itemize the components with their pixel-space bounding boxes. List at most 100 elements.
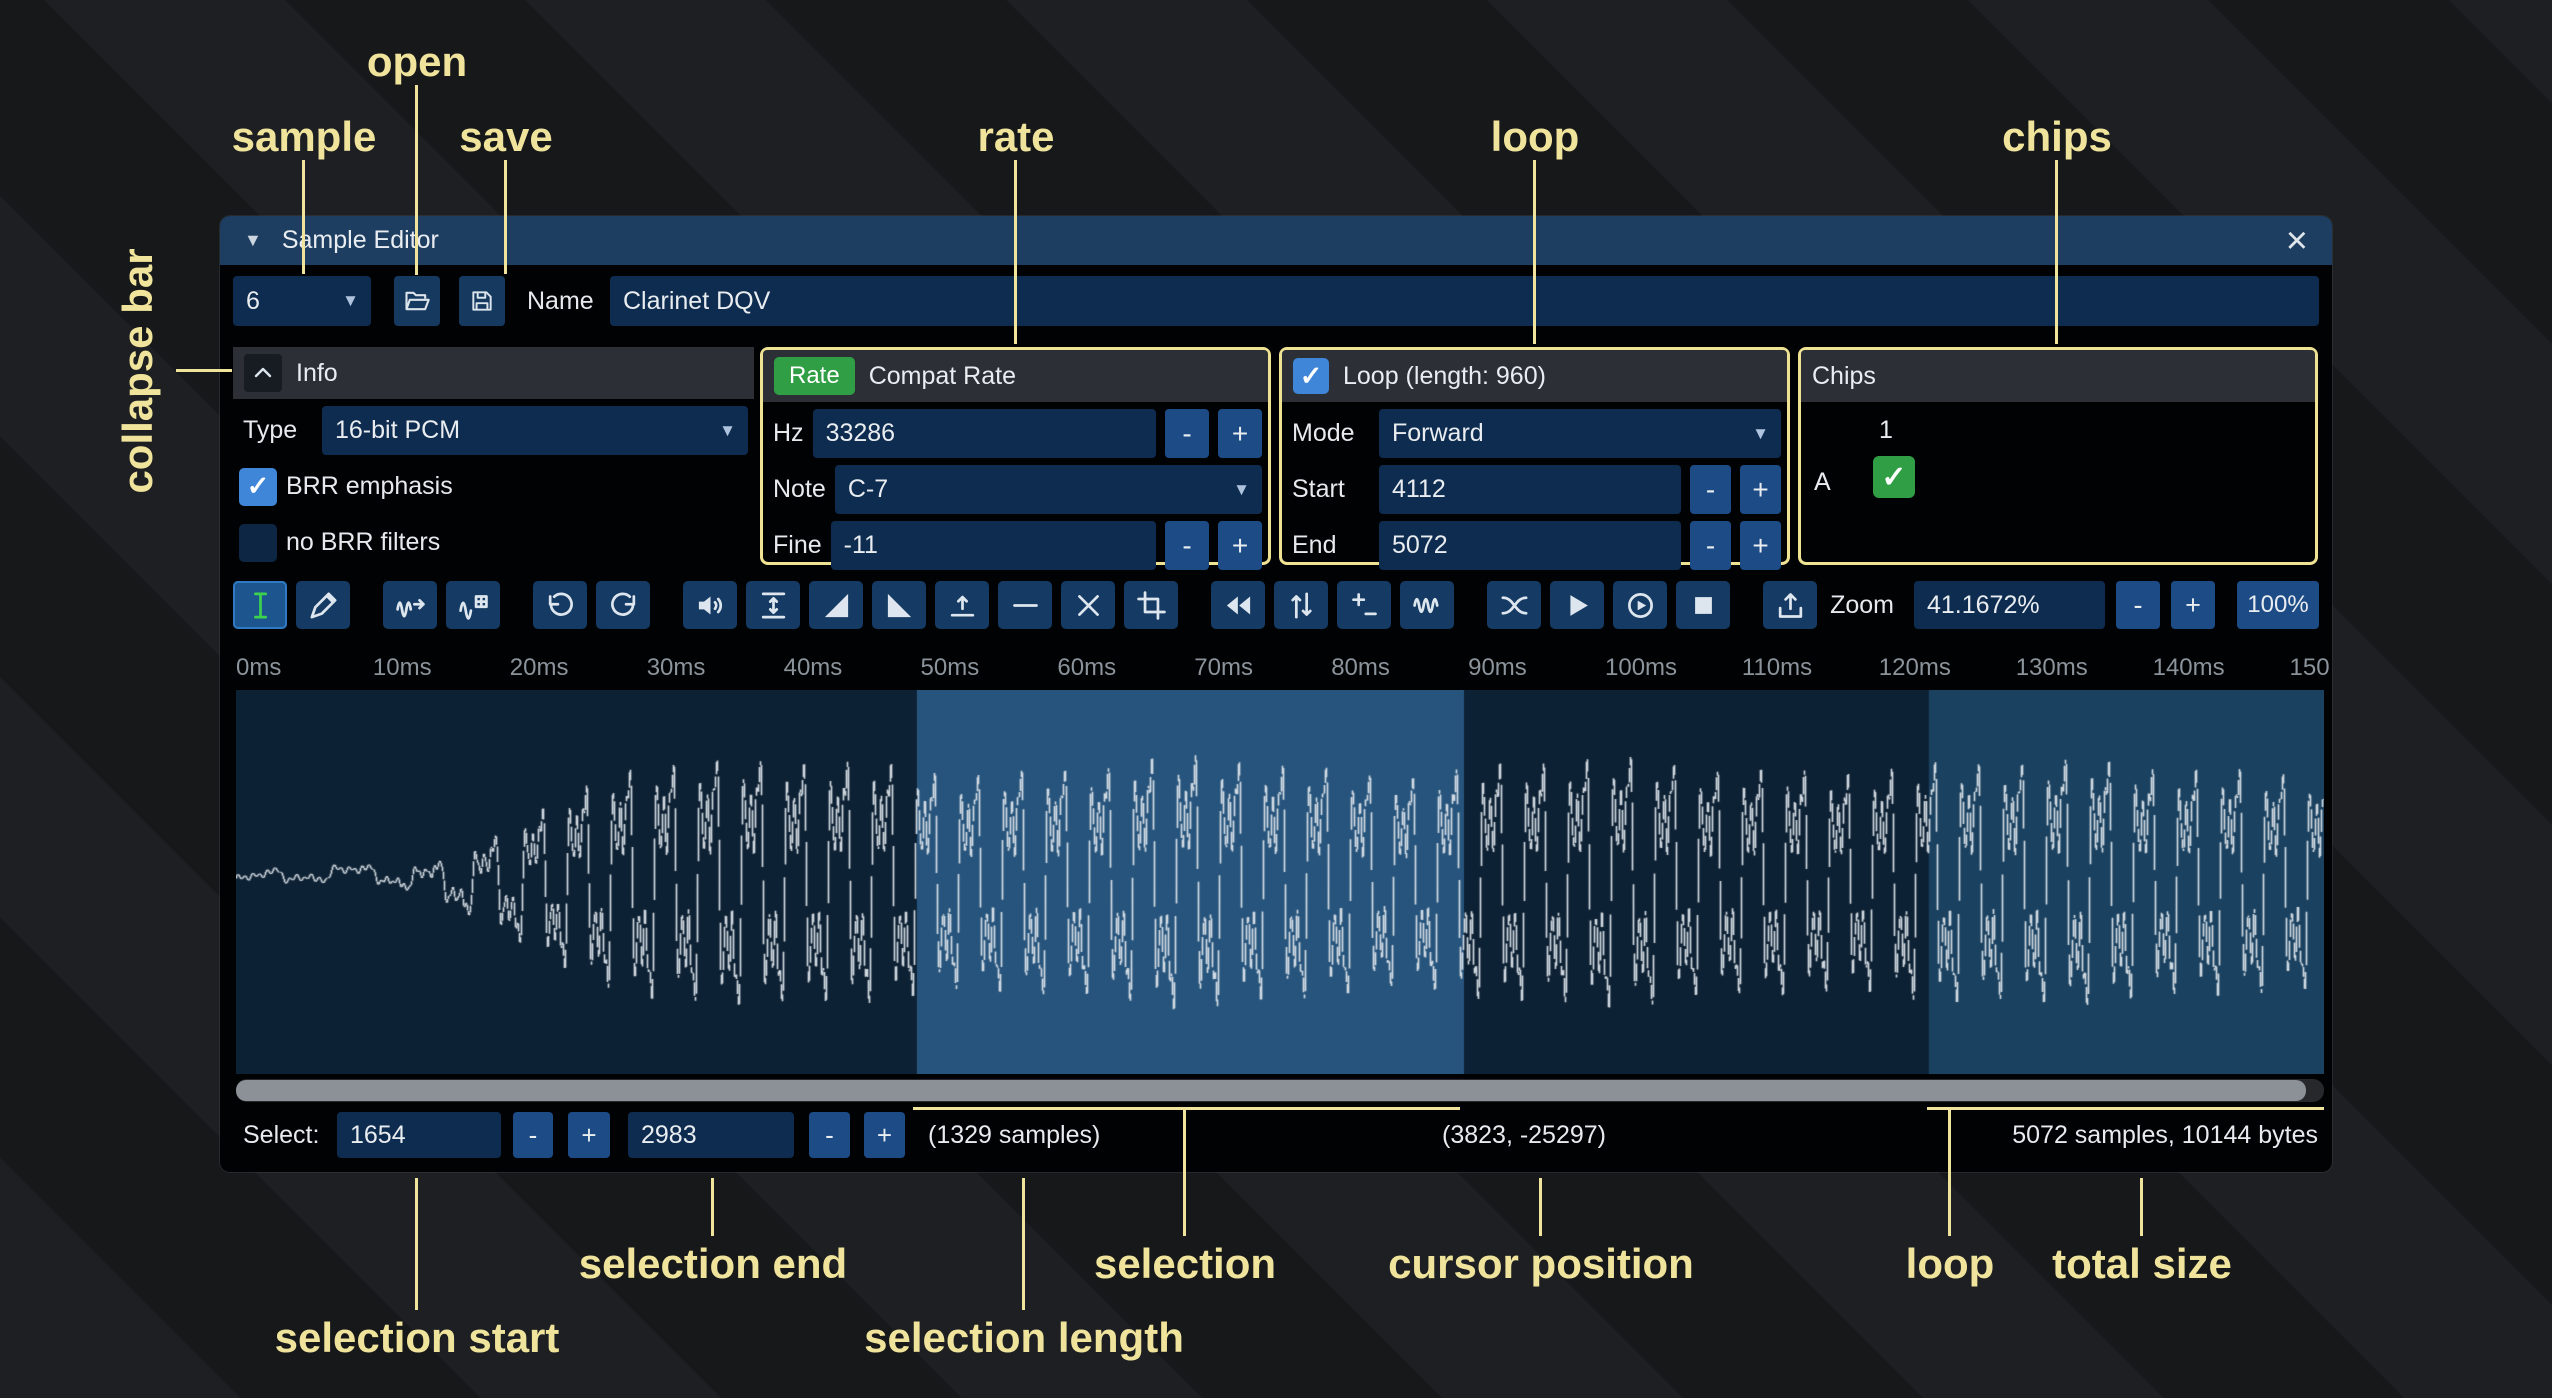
insert-silence-button[interactable] xyxy=(935,581,989,629)
fine-input[interactable]: -11 xyxy=(831,521,1156,570)
annotation-selection-start: selection start xyxy=(275,1314,560,1362)
sample-index-value: 6 xyxy=(233,287,260,316)
annotation-line-selection xyxy=(1183,1110,1186,1236)
sign-invert-button[interactable] xyxy=(1337,581,1391,629)
zoom-out-button[interactable]: - xyxy=(2116,581,2160,629)
name-label: Name xyxy=(527,276,594,326)
fade-in-icon xyxy=(821,590,852,621)
hz-decrease-button[interactable]: - xyxy=(1165,409,1209,458)
chevron-up-icon xyxy=(251,361,275,385)
selection-start-input[interactable]: 1654 xyxy=(337,1112,501,1158)
import-button[interactable] xyxy=(1763,581,1817,629)
window-collapse-icon[interactable]: ▼ xyxy=(244,230,262,251)
loop-start-decrease-button[interactable]: - xyxy=(1690,465,1731,514)
create-wavetable-button[interactable] xyxy=(446,581,500,629)
timeline-label: 100ms xyxy=(1605,654,1677,682)
selection-end-increase-button[interactable]: + xyxy=(864,1112,905,1158)
timeline-label: 0ms xyxy=(236,654,281,682)
annotation-collapse-bar: collapse bar xyxy=(114,248,162,493)
annotation-bracket-loop xyxy=(1927,1107,2324,1110)
brr-emphasis-checkbox[interactable]: ✓ xyxy=(239,468,277,506)
amplify-button[interactable] xyxy=(683,581,737,629)
timeline-label: 90ms xyxy=(1468,654,1527,682)
selection-end-input[interactable]: 2983 xyxy=(628,1112,794,1158)
chevron-down-icon: ▼ xyxy=(1752,424,1781,444)
status-bar: Select: 1654 - + 2983 - + (1329 samples)… xyxy=(220,1102,2332,1172)
zoom-input[interactable]: 41.1672% xyxy=(1914,581,2105,629)
normalize-button[interactable] xyxy=(746,581,800,629)
waveform-scrollbar-handle[interactable] xyxy=(236,1080,2306,1101)
annotation-loop-top: loop xyxy=(1491,113,1580,161)
timeline-label: 120ms xyxy=(1879,654,1951,682)
selection-end-value: 2983 xyxy=(628,1121,697,1150)
rate-badge[interactable]: Rate xyxy=(774,357,855,395)
hz-value: 33286 xyxy=(813,419,896,448)
invert-button[interactable] xyxy=(1274,581,1328,629)
open-sample-button[interactable] xyxy=(394,276,440,326)
close-icon[interactable]: × xyxy=(2286,222,2308,260)
collapse-info-button[interactable] xyxy=(244,354,282,392)
waveform-scrollbar-track[interactable] xyxy=(236,1079,2324,1102)
annotation-line-save xyxy=(504,160,507,274)
timeline-label: 40ms xyxy=(784,654,843,682)
redo-button[interactable] xyxy=(596,581,650,629)
timeline-label: 10ms xyxy=(373,654,432,682)
loop-end-increase-button[interactable]: + xyxy=(1740,521,1781,570)
selection-end-decrease-button[interactable]: - xyxy=(809,1112,850,1158)
zoom-value: 41.1672% xyxy=(1914,591,2040,620)
apply-silence-button[interactable] xyxy=(998,581,1052,629)
reverse-button[interactable] xyxy=(1211,581,1265,629)
filter-button[interactable] xyxy=(1400,581,1454,629)
save-sample-button[interactable] xyxy=(459,276,505,326)
preview-button[interactable] xyxy=(1550,581,1604,629)
annotation-selection-length: selection length xyxy=(864,1314,1184,1362)
hz-increase-button[interactable]: + xyxy=(1218,409,1262,458)
fine-label: Fine xyxy=(769,531,822,560)
resample-icon xyxy=(395,590,426,621)
loop-end-decrease-button[interactable]: - xyxy=(1690,521,1731,570)
sample-editor-window: ▼ Sample Editor × 6 ▼ Name Clarinet DQV … xyxy=(220,216,2332,1172)
reverse-icon xyxy=(1223,590,1254,621)
fade-out-button[interactable] xyxy=(872,581,926,629)
info-header[interactable]: Info xyxy=(233,347,754,399)
fine-increase-button[interactable]: + xyxy=(1218,521,1262,570)
timeline-label: 50ms xyxy=(921,654,980,682)
trim-button[interactable] xyxy=(1124,581,1178,629)
loop-enable-checkbox[interactable]: ✓ xyxy=(1293,358,1329,394)
sample-type-select[interactable]: 16-bit PCM ▼ xyxy=(322,406,748,455)
play-button[interactable] xyxy=(1613,581,1667,629)
annotation-open: open xyxy=(367,38,467,86)
zoom-in-button[interactable]: + xyxy=(2171,581,2215,629)
annotation-selection: selection xyxy=(1094,1240,1276,1288)
selection-start-decrease-button[interactable]: - xyxy=(513,1112,553,1158)
delete-button[interactable] xyxy=(1061,581,1115,629)
sample-name-input[interactable]: Clarinet DQV xyxy=(610,276,2319,326)
hz-input[interactable]: 33286 xyxy=(813,409,1156,458)
loop-start-increase-button[interactable]: + xyxy=(1740,465,1781,514)
fine-decrease-button[interactable]: - xyxy=(1165,521,1209,570)
resample-button[interactable] xyxy=(383,581,437,629)
stop-button[interactable] xyxy=(1676,581,1730,629)
toolbar-button-group xyxy=(233,581,1826,629)
fade-in-button[interactable] xyxy=(809,581,863,629)
selection-start-increase-button[interactable]: + xyxy=(568,1112,610,1158)
no-brr-filters-checkbox[interactable] xyxy=(239,524,277,562)
timeline-label: 150ms xyxy=(2290,654,2331,682)
sample-index-select[interactable]: 6 ▼ xyxy=(233,276,371,326)
window-titlebar[interactable]: ▼ Sample Editor × xyxy=(220,216,2332,265)
crossfade-loop-button[interactable] xyxy=(1487,581,1541,629)
zoom-label: Zoom xyxy=(1830,591,1894,620)
zoom-reset-button[interactable]: 100% xyxy=(2237,581,2319,629)
waveform-display[interactable] xyxy=(236,690,2324,1074)
edit-select-button[interactable] xyxy=(233,581,287,629)
undo-button[interactable] xyxy=(533,581,587,629)
loop-mode-select[interactable]: Forward ▼ xyxy=(1379,409,1781,458)
chip-enable-checkbox[interactable]: ✓ xyxy=(1873,456,1915,498)
note-select[interactable]: C-7 ▼ xyxy=(835,465,1262,514)
loop-end-input[interactable]: 5072 xyxy=(1379,521,1681,570)
edit-draw-button[interactable] xyxy=(296,581,350,629)
annotation-line-chips xyxy=(2055,160,2058,344)
loop-start-input[interactable]: 4112 xyxy=(1379,465,1681,514)
insert-silence-icon xyxy=(947,590,978,621)
no-brr-filters-label: no BRR filters xyxy=(286,528,440,557)
